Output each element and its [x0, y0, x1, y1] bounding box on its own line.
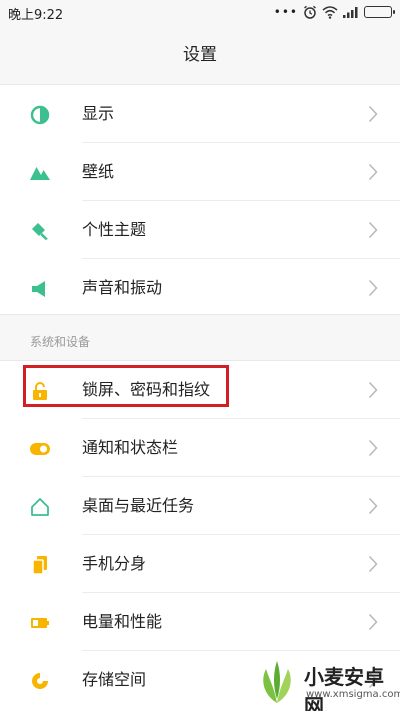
settings-item-label: 桌面与最近任务 [82, 496, 195, 515]
chevron-right-icon [368, 279, 378, 297]
settings-item-home-screen[interactable]: 桌面与最近任务 [0, 477, 400, 535]
signal-icon [343, 7, 358, 18]
wallpaper-mountain-icon [30, 167, 50, 180]
theme-brush-icon [32, 223, 48, 240]
settings-item-label: 个性主题 [82, 220, 147, 239]
settings-item-notifications[interactable]: 通知和状态栏 [0, 419, 400, 477]
chevron-right-icon [368, 439, 378, 457]
page-title: 设置 [183, 44, 217, 65]
settings-item-label: 通知和状态栏 [82, 438, 179, 457]
title-bar: 设置 [0, 24, 400, 80]
wifi-icon [322, 6, 338, 19]
toggle-notification-icon [30, 443, 50, 455]
status-time: 晚上9:22 [8, 8, 64, 23]
display-contrast-icon [30, 105, 50, 125]
chevron-right-icon [368, 381, 378, 399]
battery-status-icon [364, 6, 395, 18]
settings-item-sound[interactable]: 声音和振动 [0, 259, 400, 317]
settings-item-label: 手机分身 [82, 554, 147, 573]
status-icons: ••• [273, 3, 395, 21]
watermark: 小麦安卓网 www.xmsigma.com [254, 657, 400, 711]
chevron-right-icon [368, 555, 378, 573]
speaker-icon [32, 281, 45, 297]
highlight-box [23, 365, 229, 407]
settings-item-battery[interactable]: 电量和性能 [0, 593, 400, 651]
settings-item-display[interactable]: 显示 [0, 85, 400, 143]
chevron-right-icon [368, 613, 378, 631]
settings-item-second-space[interactable]: 手机分身 [0, 535, 400, 593]
section-label-system: 系统和设备 [30, 335, 91, 349]
second-space-icon [32, 556, 47, 575]
alarm-clock-icon [304, 5, 316, 19]
home-icon [31, 498, 49, 516]
settings-item-label: 壁纸 [82, 162, 115, 181]
settings-item-theme[interactable]: 个性主题 [0, 201, 400, 259]
settings-item-wallpaper[interactable]: 壁纸 [0, 143, 400, 201]
storage-pie-icon [32, 673, 48, 689]
settings-item-label: 存储空间 [82, 670, 147, 689]
battery-icon [31, 618, 49, 628]
watermark-text: 小麦安卓网 [304, 665, 384, 711]
settings-group-display: 显示 壁纸 个性主题 声音和振动 [0, 84, 400, 315]
chevron-right-icon [368, 497, 378, 515]
watermark-url: www.xmsigma.com [306, 689, 400, 700]
settings-item-label: 显示 [82, 104, 115, 123]
watermark-logo-icon [263, 661, 291, 703]
chevron-right-icon [368, 105, 378, 123]
status-bar: 晚上9:22 ••• [0, 0, 400, 24]
settings-item-label: 声音和振动 [82, 278, 163, 297]
chevron-right-icon [368, 221, 378, 239]
chevron-right-icon [368, 163, 378, 181]
settings-item-label: 电量和性能 [82, 612, 163, 631]
more-dots-icon: ••• [273, 5, 298, 19]
